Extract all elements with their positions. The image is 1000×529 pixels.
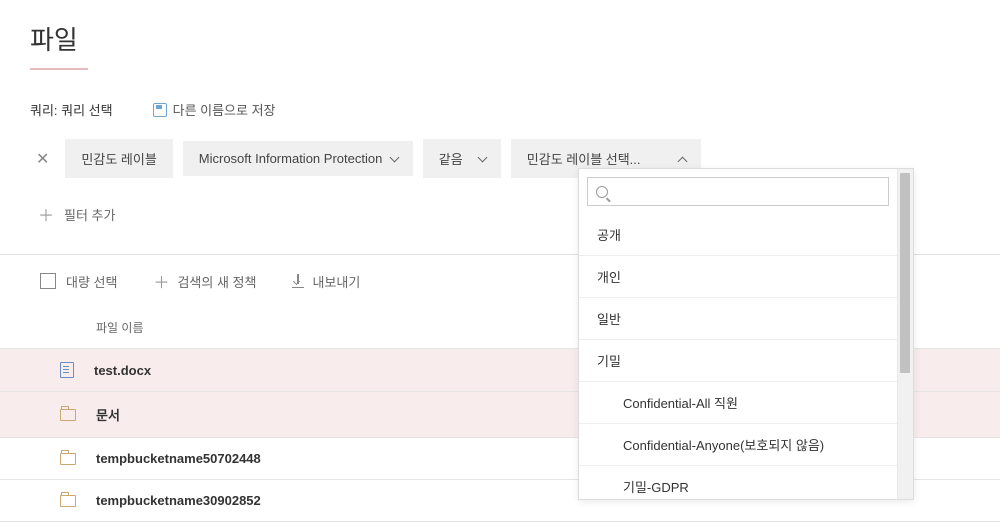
dropdown-option[interactable]: 기밀 (579, 340, 897, 382)
bulk-select-label: 대량 선택 (66, 272, 117, 291)
dropdown-option[interactable]: 개인 (579, 256, 897, 298)
add-filter-label: 필터 추가 (64, 205, 115, 224)
dropdown-option[interactable]: Confidential-Anyone(보호되지 않음) (579, 424, 897, 466)
new-policy-button[interactable]: ＋ 검색의 새 정책 (153, 269, 256, 293)
file-name: test.docx (94, 363, 151, 378)
filter-field-chip[interactable]: 민감도 레이블 (65, 139, 172, 178)
folder-icon (60, 409, 76, 421)
chevron-down-icon (391, 154, 401, 164)
query-row: 쿼리: 쿼리 선택 다른 이름으로 저장 (0, 70, 1000, 119)
label-dropdown-panel: 공개 개인 일반 기밀 Confidential-All 직원 Confiden… (578, 168, 914, 500)
remove-filter-button[interactable]: ✕ (30, 149, 55, 169)
filter-provider-value: Microsoft Information Protection (199, 151, 383, 166)
file-name: tempbucketname50702448 (96, 451, 261, 466)
filter-field-label: 민감도 레이블 (81, 149, 156, 168)
dropdown-option[interactable]: 일반 (579, 298, 897, 340)
file-name: tempbucketname30902852 (96, 493, 261, 508)
page-title: 파일 (0, 0, 78, 68)
plus-icon: ＋ (153, 269, 169, 293)
chevron-down-icon (479, 154, 489, 164)
search-icon (596, 186, 608, 198)
checkbox-icon (40, 273, 56, 289)
chevron-up-icon (679, 154, 689, 164)
save-as-button[interactable]: 다른 이름으로 저장 (153, 100, 276, 119)
folder-icon (60, 453, 76, 465)
download-icon (292, 274, 304, 288)
save-icon (153, 103, 167, 117)
dropdown-option[interactable]: 기밀-GDPR (579, 466, 897, 499)
export-label: 내보내기 (312, 272, 360, 291)
folder-icon (60, 495, 76, 507)
plus-icon: ＋ (38, 202, 54, 226)
document-icon (60, 362, 74, 378)
filter-provider-dropdown[interactable]: Microsoft Information Protection (183, 141, 413, 176)
column-header-filename: 파일 이름 (96, 321, 144, 335)
search-input[interactable] (614, 184, 880, 199)
file-name: 문서 (96, 405, 120, 424)
export-button[interactable]: 내보내기 (292, 272, 360, 291)
filter-value-placeholder: 민감도 레이블 선택... (527, 149, 641, 168)
dropdown-search[interactable] (587, 177, 889, 206)
query-label: 쿼리: 쿼리 선택 (30, 100, 113, 119)
scrollbar-thumb[interactable] (900, 173, 910, 373)
new-policy-label: 검색의 새 정책 (177, 272, 256, 291)
dropdown-option[interactable]: 공개 (579, 214, 897, 256)
bulk-select-toggle[interactable]: 대량 선택 (40, 272, 117, 291)
filter-operator-value: 같음 (439, 149, 463, 168)
filter-operator-dropdown[interactable]: 같음 (423, 139, 501, 178)
scrollbar[interactable] (897, 169, 913, 499)
save-as-label: 다른 이름으로 저장 (173, 100, 276, 119)
dropdown-option[interactable]: Confidential-All 직원 (579, 382, 897, 424)
